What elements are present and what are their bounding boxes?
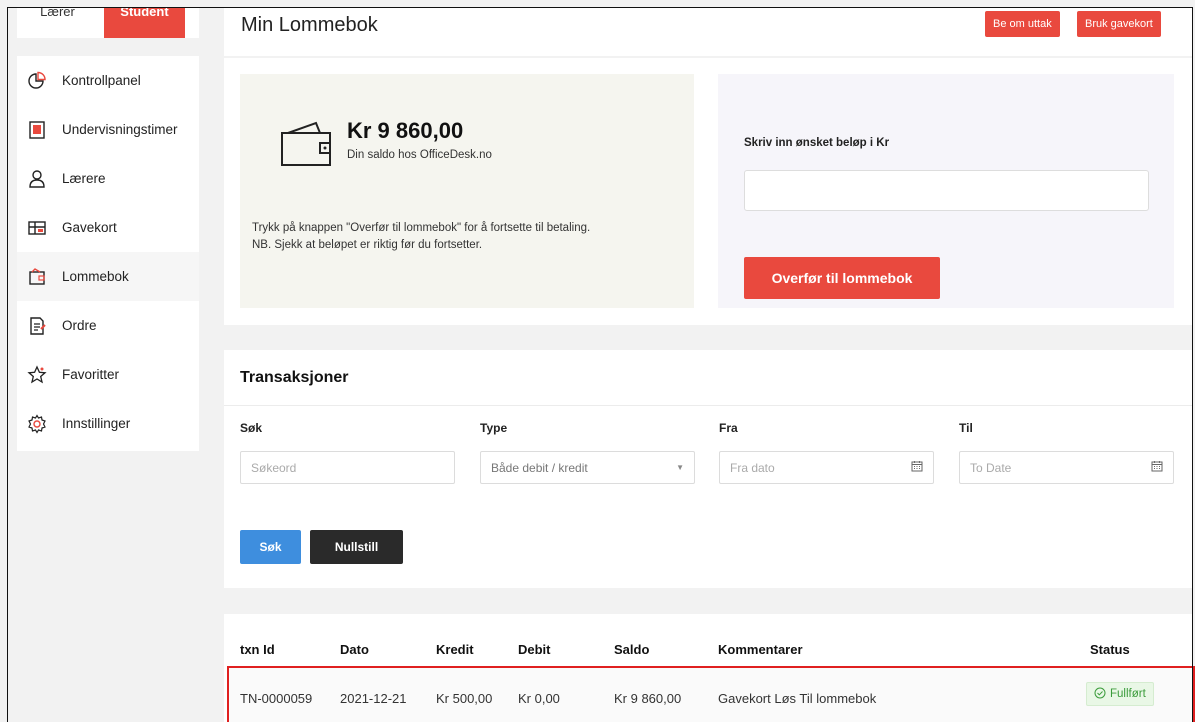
to-date-placeholder: To Date <box>970 460 1012 475</box>
transactions-table: txn Id Dato Kredit Debit Saldo Kommentar… <box>224 614 1195 722</box>
sidebar-item-label: Lærere <box>62 171 106 186</box>
sidebar-item-ordre[interactable]: Ordre <box>17 301 199 350</box>
gift-card-icon <box>27 218 47 238</box>
sidebar-item-laerere[interactable]: Lærere <box>17 154 199 203</box>
star-icon <box>27 364 47 385</box>
wallet-icon <box>27 267 47 287</box>
calendar-icon <box>1151 460 1163 475</box>
role-switch: Lærer Student <box>17 8 199 38</box>
use-giftcard-button[interactable]: Bruk gavekort <box>1077 11 1161 37</box>
sidebar-item-label: Lommebok <box>62 269 129 284</box>
withdraw-button[interactable]: Be om uttak <box>985 11 1060 37</box>
sidebar-item-undervisningstimer[interactable]: Undervisningstimer <box>17 105 199 154</box>
user-icon <box>27 169 47 189</box>
sidebar-item-innstillinger[interactable]: Innstillinger <box>17 399 199 448</box>
cell-txn-id: TN-0000059 <box>240 691 313 706</box>
type-select[interactable]: Både debit / kredit ▼ <box>480 451 695 484</box>
wallet-icon <box>280 119 332 167</box>
sidebar-item-kontrollpanel[interactable]: Kontrollpanel <box>17 56 199 105</box>
cell-balance: Kr 9 860,00 <box>614 691 682 706</box>
status-text: Fullført <box>1110 688 1146 700</box>
balance-subtitle: Din saldo hos OfficeDesk.no <box>347 149 492 161</box>
search-button[interactable]: Søk <box>240 530 301 564</box>
sidebar-item-favoritter[interactable]: Favoritter <box>17 350 199 399</box>
check-circle-icon <box>1094 687 1106 702</box>
search-label: Søk <box>240 421 263 435</box>
cell-credit: Kr 500,00 <box>436 691 493 706</box>
role-tab-student[interactable]: Student <box>104 8 185 38</box>
balance-card: Kr 9 860,00 Din saldo hos OfficeDesk.no … <box>240 74 694 308</box>
transfer-to-wallet-button[interactable]: Overfør til lommebok <box>744 257 940 299</box>
column-header[interactable]: Status <box>1090 642 1130 657</box>
sidebar-item-label: Innstillinger <box>62 416 131 431</box>
gear-icon <box>27 413 47 434</box>
from-date-input[interactable]: Fra dato <box>719 451 934 484</box>
cell-date: 2021-12-21 <box>340 691 407 706</box>
transactions-section: Transaksjoner Søk Type Fra Til Søkeord B… <box>224 350 1192 588</box>
sidebar-item-label: Gavekort <box>62 220 117 235</box>
sidebar-item-gavekort[interactable]: Gavekort <box>17 203 199 252</box>
pie-chart-icon <box>27 71 47 91</box>
cell-debit: Kr 0,00 <box>518 691 560 706</box>
balance-amount: Kr 9 860,00 <box>347 118 464 143</box>
sidebar-item-label: Favoritter <box>62 367 120 382</box>
column-header[interactable]: Saldo <box>614 642 649 657</box>
cell-comment: Gavekort Løs Til lommebok <box>718 691 877 706</box>
sidebar-item-label: Kontrollpanel <box>62 73 141 88</box>
divider <box>224 405 1192 406</box>
balance-note: Trykk på knappen "Overfør til lommebok" … <box>252 220 682 254</box>
column-header[interactable]: Debit <box>518 642 551 657</box>
sidebar: Kontrollpanel Undervisningstimer Lærere … <box>17 56 199 451</box>
order-icon <box>27 316 47 336</box>
from-date-placeholder: Fra dato <box>730 460 775 475</box>
column-header[interactable]: Kredit <box>436 642 474 657</box>
column-header[interactable]: txn Id <box>240 642 275 657</box>
search-input[interactable]: Søkeord <box>240 451 455 484</box>
sidebar-item-label: Ordre <box>62 318 97 333</box>
status-badge: Fullført <box>1086 682 1154 706</box>
calendar-icon <box>911 460 923 475</box>
balance-note-line: NB. Sjekk at beløpet er riktig før du fo… <box>252 239 483 251</box>
sidebar-item-lommebok[interactable]: Lommebok <box>17 252 199 301</box>
role-tab-teacher[interactable]: Lærer <box>17 8 98 38</box>
amount-label: Skriv inn ønsket beløp i Kr <box>744 137 890 149</box>
amount-input[interactable] <box>744 170 1149 211</box>
to-date-input[interactable]: To Date <box>959 451 1174 484</box>
page-header: Min Lommebok Be om uttak Bruk gavekort <box>224 8 1192 56</box>
column-header[interactable]: Kommentarer <box>718 642 803 657</box>
balance-note-line: Trykk på knappen "Overfør til lommebok" … <box>252 222 591 234</box>
wallet-section: Kr 9 860,00 Din saldo hos OfficeDesk.no … <box>224 58 1192 325</box>
column-header[interactable]: Dato <box>340 642 369 657</box>
type-select-value: Både debit / kredit <box>491 460 588 475</box>
transfer-card: Skriv inn ønsket beløp i Kr Overfør til … <box>718 74 1174 308</box>
page-title: Min Lommebok <box>241 14 378 36</box>
search-placeholder: Søkeord <box>251 460 297 475</box>
transactions-title: Transaksjoner <box>240 369 349 386</box>
to-label: Til <box>959 421 973 435</box>
type-label: Type <box>480 421 508 435</box>
document-icon <box>27 120 47 140</box>
sidebar-item-label: Undervisningstimer <box>62 122 178 137</box>
from-label: Fra <box>719 421 738 435</box>
reset-button[interactable]: Nullstill <box>310 530 403 564</box>
chevron-down-icon: ▼ <box>676 463 684 472</box>
